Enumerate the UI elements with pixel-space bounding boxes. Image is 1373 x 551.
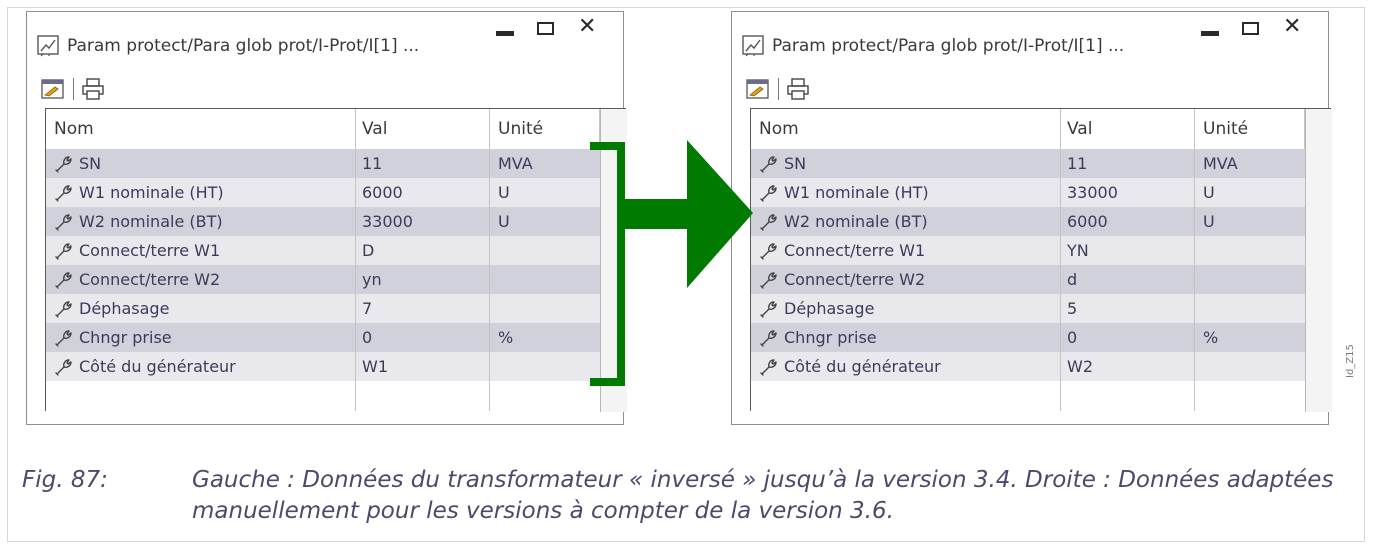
image-id: Id_Z15 (1345, 344, 1356, 378)
highlight-bracket (590, 142, 625, 386)
right-arrow-icon (621, 140, 753, 288)
figure-caption-text: Gauche : Données du transformateur « inv… (192, 467, 1334, 524)
figure-number: Fig. 87: (22, 467, 108, 493)
